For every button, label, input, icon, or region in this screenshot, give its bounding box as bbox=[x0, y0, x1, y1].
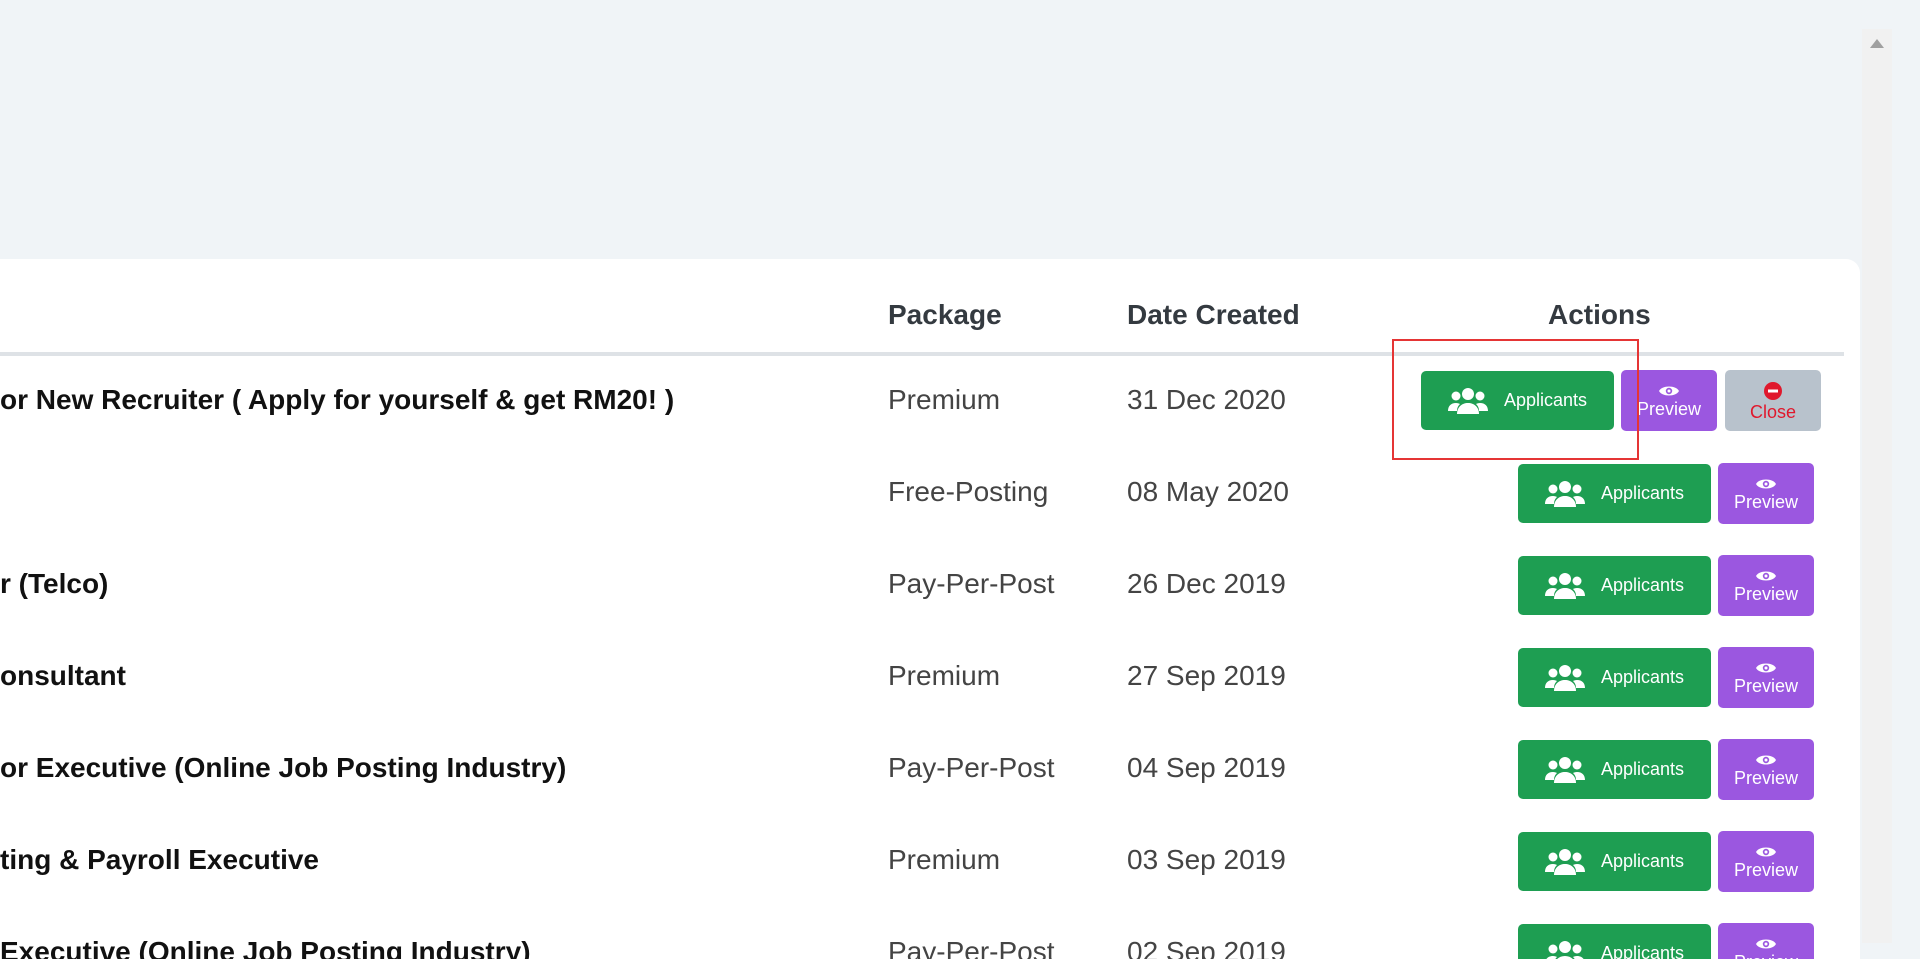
job-package: Pay-Per-Post bbox=[888, 568, 1055, 600]
job-package: Pay-Per-Post bbox=[888, 752, 1055, 784]
applicants-button[interactable]: Applicants bbox=[1518, 832, 1711, 891]
job-date-created: 27 Sep 2019 bbox=[1127, 660, 1286, 692]
preview-button[interactable]: Preview bbox=[1718, 831, 1814, 892]
preview-button[interactable]: Preview bbox=[1718, 923, 1814, 959]
header-package: Package bbox=[888, 299, 1002, 331]
job-title[interactable]: or New Recruiter ( Apply for yourself & … bbox=[0, 384, 674, 416]
table-row: Free-Posting 08 May 2020 Applicants Prev… bbox=[0, 448, 1860, 540]
eye-icon bbox=[1756, 661, 1776, 675]
eye-icon bbox=[1756, 477, 1776, 491]
preview-button[interactable]: Preview bbox=[1718, 555, 1814, 616]
job-package: Premium bbox=[888, 660, 1000, 692]
job-title[interactable]: r (Telco) bbox=[0, 568, 108, 600]
job-date-created: 26 Dec 2019 bbox=[1127, 568, 1286, 600]
job-date-created: 03 Sep 2019 bbox=[1127, 844, 1286, 876]
applicants-button[interactable]: Applicants bbox=[1421, 371, 1614, 430]
job-title[interactable]: ting & Payroll Executive bbox=[0, 844, 319, 876]
preview-label: Preview bbox=[1734, 861, 1798, 879]
applicants-button[interactable]: Applicants bbox=[1518, 648, 1711, 707]
applicants-button[interactable]: Applicants bbox=[1518, 464, 1711, 523]
table-row: onsultant Premium 27 Sep 2019 Applicants… bbox=[0, 632, 1860, 724]
table-row: or Executive (Online Job Posting Industr… bbox=[0, 724, 1860, 816]
table-row: r (Telco) Pay-Per-Post 26 Dec 2019 Appli… bbox=[0, 540, 1860, 632]
eye-icon bbox=[1756, 845, 1776, 859]
job-date-created: 08 May 2020 bbox=[1127, 476, 1289, 508]
applicants-label: Applicants bbox=[1601, 483, 1684, 504]
header-actions: Actions bbox=[1548, 299, 1651, 331]
users-icon bbox=[1545, 940, 1585, 959]
close-label: Close bbox=[1750, 403, 1796, 421]
preview-label: Preview bbox=[1734, 953, 1798, 959]
preview-label: Preview bbox=[1734, 493, 1798, 511]
eye-icon bbox=[1756, 753, 1776, 767]
job-package: Premium bbox=[888, 844, 1000, 876]
users-icon bbox=[1545, 848, 1585, 876]
job-package: Free-Posting bbox=[888, 476, 1048, 508]
preview-label: Preview bbox=[1734, 677, 1798, 695]
preview-label: Preview bbox=[1637, 400, 1701, 418]
table-row: Executive (Online Job Posting Industry) … bbox=[0, 908, 1860, 959]
header-date-created: Date Created bbox=[1127, 299, 1300, 331]
preview-label: Preview bbox=[1734, 585, 1798, 603]
eye-icon bbox=[1756, 569, 1776, 583]
applicants-button[interactable]: Applicants bbox=[1518, 556, 1711, 615]
job-title[interactable]: Executive (Online Job Posting Industry) bbox=[0, 936, 531, 959]
scroll-up-arrow-icon[interactable] bbox=[1870, 39, 1884, 48]
preview-label: Preview bbox=[1734, 769, 1798, 787]
applicants-label: Applicants bbox=[1601, 575, 1684, 596]
preview-button[interactable]: Preview bbox=[1621, 370, 1717, 431]
minus-circle-icon bbox=[1763, 381, 1783, 401]
vertical-scrollbar[interactable] bbox=[1862, 29, 1892, 943]
preview-button[interactable]: Preview bbox=[1718, 739, 1814, 800]
table-row: or New Recruiter ( Apply for yourself & … bbox=[0, 356, 1860, 448]
job-package: Premium bbox=[888, 384, 1000, 416]
table-row: ting & Payroll Executive Premium 03 Sep … bbox=[0, 816, 1860, 908]
applicants-label: Applicants bbox=[1601, 667, 1684, 688]
users-icon bbox=[1448, 387, 1488, 415]
preview-button[interactable]: Preview bbox=[1718, 647, 1814, 708]
users-icon bbox=[1545, 572, 1585, 600]
applicants-button[interactable]: Applicants bbox=[1518, 740, 1711, 799]
close-button[interactable]: Close bbox=[1725, 370, 1821, 431]
applicants-label: Applicants bbox=[1601, 943, 1684, 959]
job-date-created: 31 Dec 2020 bbox=[1127, 384, 1286, 416]
users-icon bbox=[1545, 480, 1585, 508]
users-icon bbox=[1545, 664, 1585, 692]
applicants-label: Applicants bbox=[1601, 759, 1684, 780]
eye-icon bbox=[1659, 384, 1679, 398]
job-date-created: 02 Sep 2019 bbox=[1127, 936, 1286, 959]
applicants-label: Applicants bbox=[1601, 851, 1684, 872]
applicants-label: Applicants bbox=[1504, 390, 1587, 411]
job-title[interactable]: or Executive (Online Job Posting Industr… bbox=[0, 752, 566, 784]
job-title[interactable]: onsultant bbox=[0, 660, 126, 692]
users-icon bbox=[1545, 756, 1585, 784]
preview-button[interactable]: Preview bbox=[1718, 463, 1814, 524]
job-table-card: Package Date Created Actions or New Recr… bbox=[0, 259, 1860, 959]
job-date-created: 04 Sep 2019 bbox=[1127, 752, 1286, 784]
applicants-button[interactable]: Applicants bbox=[1518, 924, 1711, 959]
eye-icon bbox=[1756, 937, 1776, 951]
job-package: Pay-Per-Post bbox=[888, 936, 1055, 959]
